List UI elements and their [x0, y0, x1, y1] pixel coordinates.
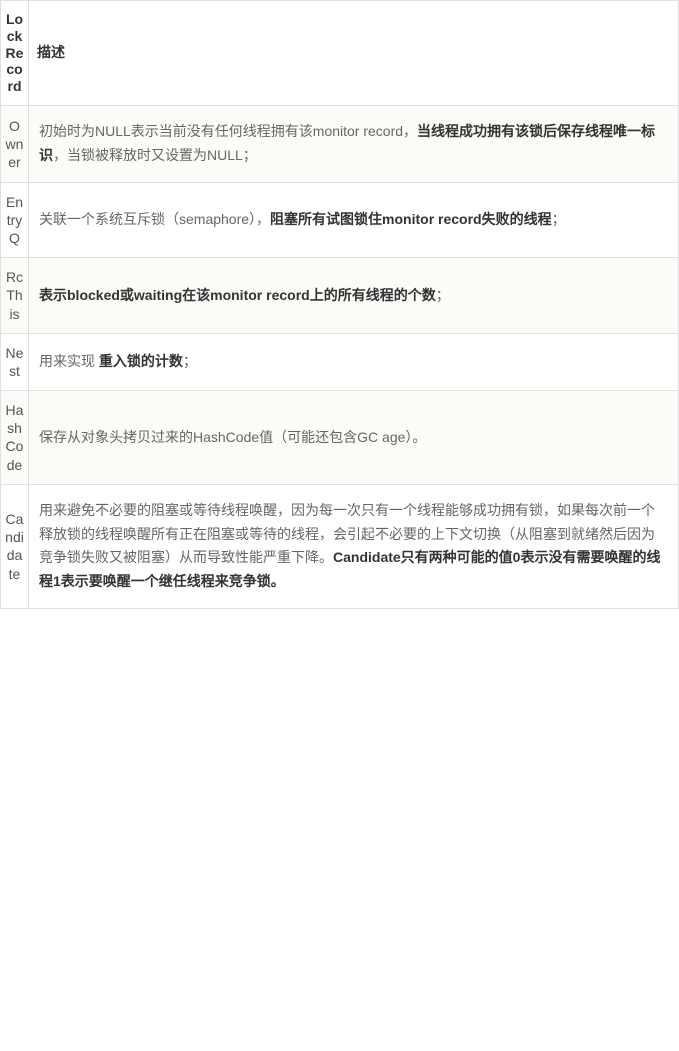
- desc-text-pre: 保存从对象头拷贝过来的HashCode值（可能还包含GC age）。: [39, 429, 426, 445]
- lock-record-table: LockRecord 描述 Owner 初始时为NULL表示当前没有任何线程拥有该…: [0, 0, 679, 609]
- row-desc-cell: 用来避免不必要的阻塞或等待线程唤醒，因为每一次只有一个线程能够成功拥有锁，如果每…: [29, 484, 679, 608]
- row-name-cell: Candidate: [1, 484, 29, 608]
- header-lockrecord-label: LockRecord: [5, 11, 24, 95]
- table-row: Owner 初始时为NULL表示当前没有任何线程拥有该monitor record…: [1, 105, 679, 182]
- row-name-label: Nest: [5, 344, 24, 380]
- table-row: Candidate 用来避免不必要的阻塞或等待线程唤醒，因为每一次只有一个线程能够…: [1, 484, 679, 608]
- header-description: 描述: [29, 1, 679, 106]
- desc-text-post: ，当锁被释放时又设置为NULL；: [53, 147, 257, 163]
- row-name-cell: HashCode: [1, 391, 29, 485]
- row-name-label: EntryQ: [5, 193, 24, 248]
- desc-text-bold: 阻塞所有试图锁住monitor record失败的线程: [270, 211, 552, 227]
- table-row: HashCode 保存从对象头拷贝过来的HashCode值（可能还包含GC age…: [1, 391, 679, 485]
- desc-text-bold: 重入锁的计数: [99, 353, 183, 369]
- row-desc-cell: 初始时为NULL表示当前没有任何线程拥有该monitor record，当线程成…: [29, 105, 679, 182]
- row-name-label: Owner: [5, 117, 24, 172]
- row-name-label: HashCode: [5, 401, 24, 474]
- row-name-cell: Owner: [1, 105, 29, 182]
- table-row: RcThis 表示blocked或waiting在该monitor record上…: [1, 258, 679, 334]
- row-desc-cell: 关联一个系统互斥锁（semaphore），阻塞所有试图锁住monitor rec…: [29, 182, 679, 258]
- desc-text-pre: 关联一个系统互斥锁（semaphore），: [39, 211, 270, 227]
- desc-text-bold: 表示blocked或waiting在该monitor record上的所有线程的…: [39, 287, 436, 303]
- desc-text-pre: 用来实现: [39, 353, 99, 369]
- table-row: Nest 用来实现 重入锁的计数；: [1, 333, 679, 390]
- row-name-cell: RcThis: [1, 258, 29, 334]
- row-desc-cell: 用来实现 重入锁的计数；: [29, 333, 679, 390]
- row-name-cell: Nest: [1, 333, 29, 390]
- row-name-label: RcThis: [5, 268, 24, 323]
- row-desc-cell: 保存从对象头拷贝过来的HashCode值（可能还包含GC age）。: [29, 391, 679, 485]
- table-body: Owner 初始时为NULL表示当前没有任何线程拥有该monitor record…: [1, 105, 679, 608]
- desc-text-post: ；: [183, 353, 197, 369]
- desc-text-post: ；: [552, 211, 566, 227]
- header-lockrecord: LockRecord: [1, 1, 29, 106]
- desc-text-pre: 初始时为NULL表示当前没有任何线程拥有该monitor record，: [39, 123, 417, 139]
- table-header-row: LockRecord 描述: [1, 1, 679, 106]
- row-name-label: Candidate: [5, 510, 24, 583]
- row-desc-cell: 表示blocked或waiting在该monitor record上的所有线程的…: [29, 258, 679, 334]
- desc-text-post: ；: [436, 287, 450, 303]
- table-row: EntryQ 关联一个系统互斥锁（semaphore），阻塞所有试图锁住monit…: [1, 182, 679, 258]
- row-name-cell: EntryQ: [1, 182, 29, 258]
